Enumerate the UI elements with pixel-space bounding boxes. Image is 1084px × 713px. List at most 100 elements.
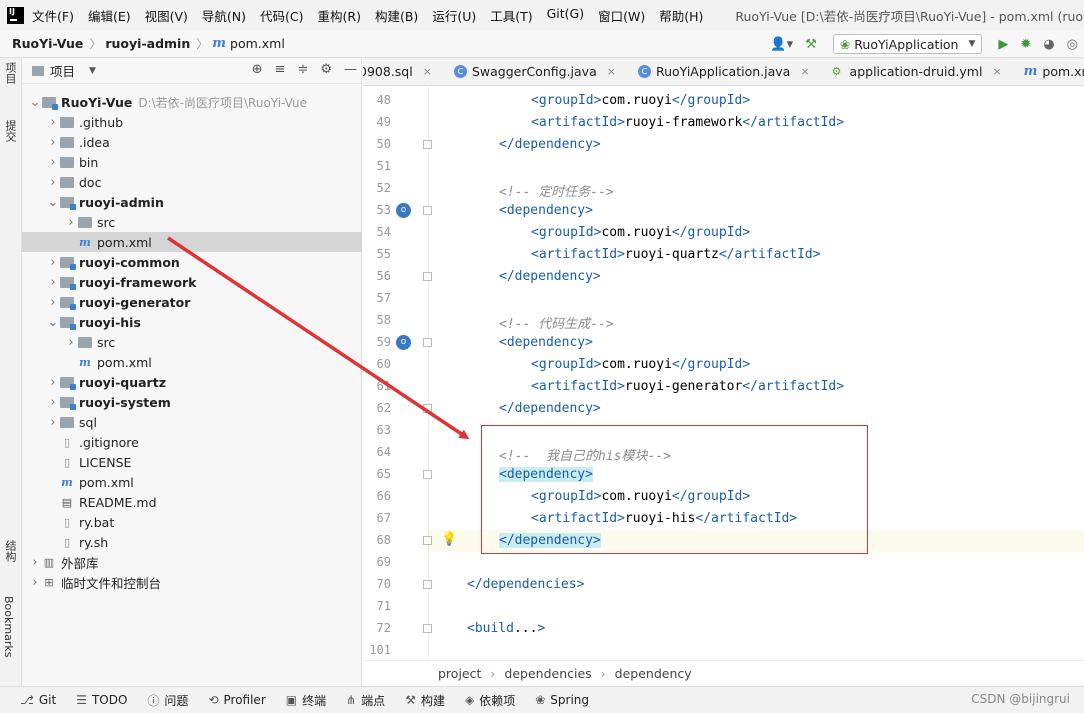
tree-item[interactable]: › ⊞ 临时文件和控制台 (22, 572, 362, 592)
chevron-right-icon[interactable]: › (46, 255, 60, 270)
chevron-right-icon[interactable]: › (64, 335, 78, 350)
fold-marker-icon[interactable] (423, 536, 432, 545)
tree-item[interactable]: › sql (22, 412, 362, 432)
tool-window-button[interactable]: ◈ 依赖项 (465, 692, 515, 709)
tree-item[interactable]: › .github (22, 112, 362, 132)
tool-window-button[interactable]: ⋔ 端点 (346, 692, 385, 709)
build-hammer-icon[interactable]: ⚒ (805, 37, 817, 52)
close-icon[interactable]: × (607, 65, 616, 78)
fold-marker-icon[interactable] (423, 580, 432, 589)
override-marker-icon[interactable]: o (396, 335, 411, 350)
tree-item[interactable]: ▯ .gitignore (22, 432, 362, 452)
override-marker-icon[interactable]: o (396, 203, 411, 218)
nav-crumb-project[interactable]: RuoYi-Vue (12, 36, 83, 51)
fold-marker-icon[interactable] (423, 470, 432, 479)
chevron-right-icon[interactable]: › (46, 295, 60, 310)
tool-tab-bookmarks[interactable]: Bookmarks (2, 596, 15, 657)
fold-marker-icon[interactable] (423, 206, 432, 215)
tool-window-button[interactable]: ▣ 终端 (286, 692, 326, 709)
locate-icon[interactable]: ⊕ (252, 62, 263, 77)
tree-item[interactable]: › src (22, 332, 362, 352)
run-config-select[interactable]: ❀ RuoYiApplication ▼ (832, 34, 983, 54)
tool-tab-structure[interactable]: 结构 (2, 540, 18, 562)
nav-crumb-module[interactable]: ruoyi-admin (105, 36, 190, 51)
tree-item[interactable]: › src (22, 212, 362, 232)
tree-item[interactable]: ⌄ RuoYi-Vue D:\若依-尚医疗项目\RuoYi-Vue (22, 92, 362, 112)
chevron-right-icon[interactable]: › (28, 555, 42, 570)
tree-item[interactable]: › doc (22, 172, 362, 192)
chevron-right-icon[interactable]: › (28, 575, 42, 590)
close-icon[interactable]: × (800, 65, 809, 78)
breadcrumb-item[interactable]: dependencies (504, 666, 591, 681)
chevron-down-icon[interactable]: ⌄ (28, 95, 42, 110)
tree-item[interactable]: m pom.xml (22, 472, 362, 492)
fold-marker-icon[interactable] (423, 338, 432, 347)
menu-item[interactable]: 帮助(H) (659, 6, 703, 25)
tool-window-button[interactable]: ⚒ 构建 (405, 692, 445, 709)
tree-item[interactable]: ▯ ry.sh (22, 532, 362, 552)
run-icon[interactable]: ▶ (998, 37, 1008, 52)
chevron-right-icon[interactable]: › (46, 135, 60, 150)
tree-item[interactable]: › bin (22, 152, 362, 172)
tool-tab-project[interactable]: 项目 (2, 62, 18, 84)
debug-icon[interactable]: ✹ (1020, 37, 1031, 52)
menu-item[interactable]: Git(G) (547, 6, 585, 25)
menu-item[interactable]: 代码(C) (260, 6, 303, 25)
menu-item[interactable]: 运行(U) (432, 6, 476, 25)
tool-window-button[interactable]: ⎇ Git (20, 692, 56, 709)
tree-item[interactable]: ▯ ry.bat (22, 512, 362, 532)
tree-item[interactable]: m pom.xml (22, 352, 362, 372)
tool-tab-commit[interactable]: 提交 (2, 120, 18, 142)
tree-item[interactable]: › ruoyi-framework (22, 272, 362, 292)
code-editor[interactable]: 48 49 50 51 52 53 o 54 55 56 57 58 59 o 60 61 62 63 64 65 66… (363, 86, 1084, 658)
chevron-right-icon[interactable]: › (46, 375, 60, 390)
close-icon[interactable]: × (423, 65, 432, 78)
tree-item[interactable]: › ruoyi-system (22, 392, 362, 412)
breadcrumb-item[interactable]: project (438, 666, 481, 681)
tool-window-button[interactable]: ⓘ 问题 (147, 692, 188, 709)
chevron-down-icon[interactable]: ▼ (89, 66, 96, 76)
editor-tab[interactable]: m pom.xml (ruoyi-his) (1024, 64, 1084, 79)
tool-window-button[interactable]: ⟲ Profiler (208, 692, 265, 709)
breadcrumb-item[interactable]: dependency (615, 666, 692, 681)
profile-icon[interactable]: ◎ (1067, 37, 1078, 52)
project-panel-title[interactable]: 项目 (50, 61, 75, 80)
editor-tab[interactable]: ⚙ application-druid.yml × (832, 64, 1002, 79)
user-icon[interactable]: 👤▾ (770, 37, 793, 52)
chevron-right-icon[interactable]: › (46, 395, 60, 410)
tree-item[interactable]: › ▥ 外部库 (22, 552, 362, 572)
menu-item[interactable]: 工具(T) (490, 6, 532, 25)
chevron-down-icon[interactable]: ⌄ (46, 195, 60, 210)
chevron-right-icon[interactable]: › (46, 115, 60, 130)
editor-tab[interactable]: C SwaggerConfig.java × (453, 64, 616, 79)
chevron-right-icon[interactable]: › (46, 415, 60, 430)
chevron-right-icon[interactable]: › (46, 175, 60, 190)
tool-window-button[interactable]: ☰ TODO (76, 692, 127, 709)
chevron-right-icon[interactable]: › (46, 155, 60, 170)
tree-item[interactable]: ⌄ ruoyi-admin (22, 192, 362, 212)
menu-item[interactable]: 视图(V) (145, 6, 188, 25)
menu-item[interactable]: 窗口(W) (598, 6, 645, 25)
nav-crumb-file[interactable]: pom.xml (230, 36, 285, 51)
tool-window-button[interactable]: ❀ Spring (535, 692, 589, 709)
menu-item[interactable]: 文件(F) (32, 6, 74, 25)
tree-item[interactable]: › .idea (22, 132, 362, 152)
minimize-icon[interactable]: — (344, 62, 357, 77)
gear-icon[interactable]: ⚙ (320, 62, 332, 77)
chevron-right-icon[interactable]: › (46, 275, 60, 290)
collapse-all-icon[interactable]: ≑ (297, 62, 308, 77)
fold-marker-icon[interactable] (423, 140, 432, 149)
tree-item[interactable]: › ruoyi-common (22, 252, 362, 272)
menu-item[interactable]: 构建(B) (375, 6, 418, 25)
chevron-right-icon[interactable]: › (64, 215, 78, 230)
tree-item[interactable]: › ruoyi-quartz (22, 372, 362, 392)
fold-marker-icon[interactable] (423, 272, 432, 281)
chevron-down-icon[interactable]: ⌄ (46, 315, 60, 330)
coverage-icon[interactable]: ◕ (1043, 37, 1054, 52)
menu-item[interactable]: 重构(R) (318, 6, 361, 25)
expand-all-icon[interactable]: ≡ (275, 62, 286, 77)
menu-item[interactable]: 编辑(E) (88, 6, 131, 25)
editor-tab[interactable]: C RuoYiApplication.java × (637, 64, 810, 79)
tree-item[interactable]: m pom.xml (22, 232, 362, 252)
editor-tab[interactable]: 0908.sql × (363, 64, 432, 79)
